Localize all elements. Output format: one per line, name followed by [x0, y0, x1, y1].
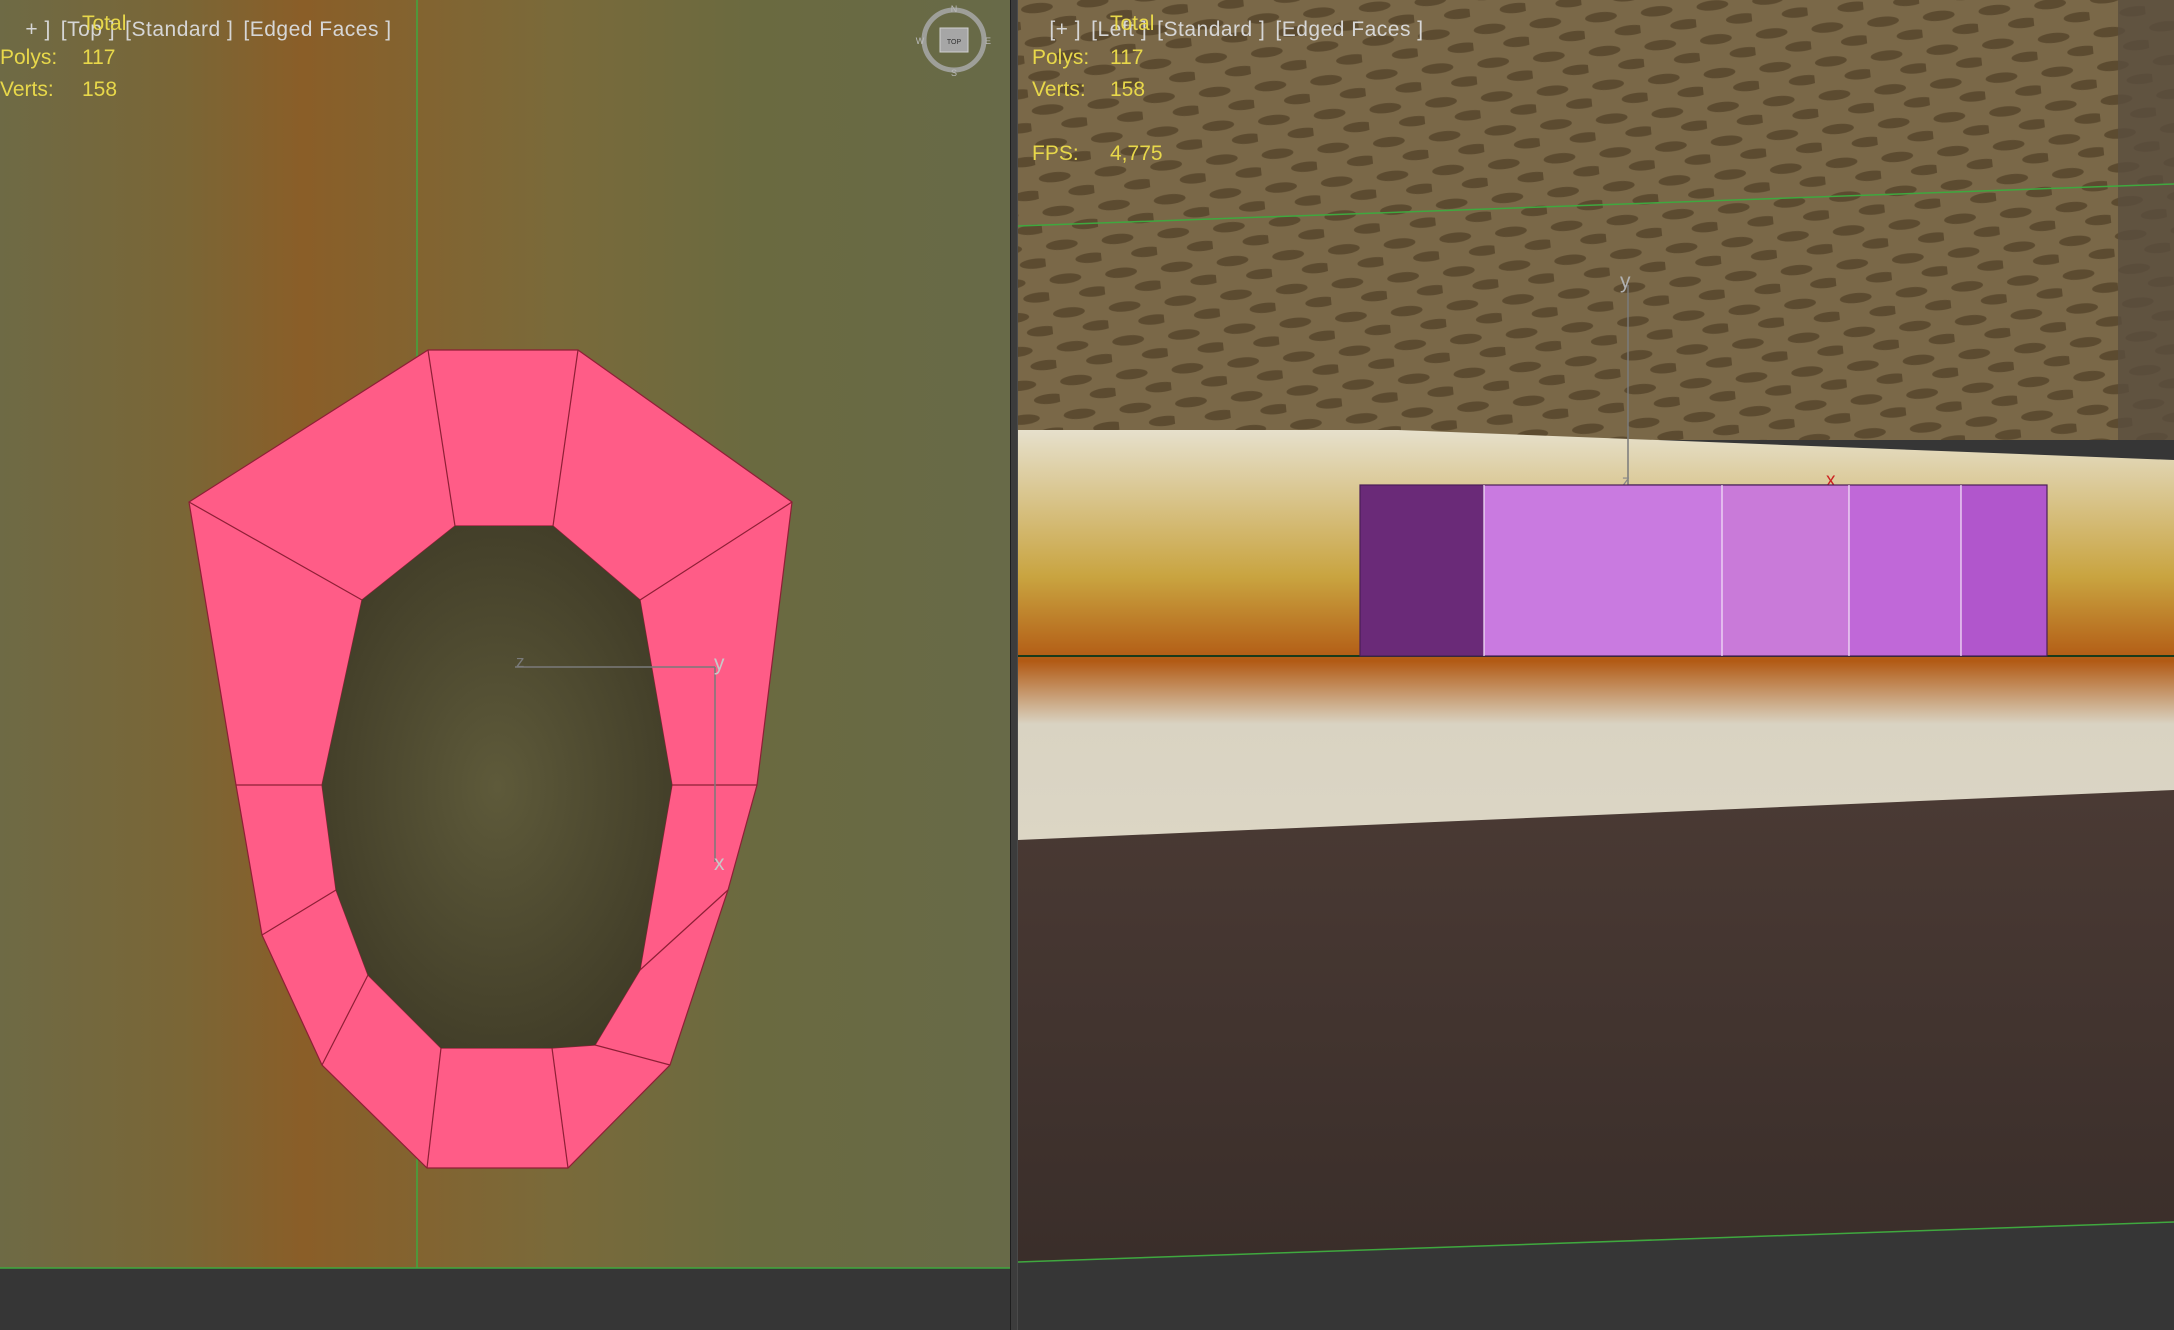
stats-fps-value: 4,775 [1110, 142, 1163, 165]
viewport-splitter[interactable] [1010, 0, 1018, 1330]
ring-hole [322, 526, 672, 1048]
stats-polys-value: 117 [1110, 46, 1144, 69]
viewport-shading-standard[interactable]: [Standard ] [1157, 18, 1265, 41]
mesh-side-face-2 [1484, 485, 1722, 656]
stats-verts-label: Verts: [1032, 78, 1086, 101]
viewport-shading-edged[interactable]: [Edged Faces ] [243, 18, 391, 41]
viewport-top[interactable]: z y x TOP N S E W + ] [Top ] [Standard ] [E… [0, 0, 1010, 1330]
stats-header: Total [1110, 12, 1155, 35]
viewport-menu-plus[interactable]: [+ ] [1049, 18, 1081, 41]
stats-verts-value: 158 [1110, 78, 1146, 101]
stats-verts-label: Verts: [0, 78, 54, 101]
viewcube-n[interactable]: N [951, 4, 958, 14]
viewport-shading-standard[interactable]: [Standard ] [125, 18, 233, 41]
viewport-top-scene[interactable]: z y x TOP N S E W [0, 0, 1010, 1330]
stats-fps-label: FPS: [1032, 142, 1079, 165]
top-bottom-bar [0, 1268, 1010, 1330]
stats-polys-value: 117 [82, 46, 116, 69]
gizmo-label-c: x [714, 852, 725, 875]
viewcube-face-label: TOP [947, 39, 962, 46]
viewport-left[interactable]: y z x [+ ] [Left ] [Standard ] [Edged Faces… [1018, 0, 2174, 1330]
mesh-side-face-3 [1722, 485, 1849, 656]
gizmo-label-b: y [714, 652, 725, 675]
viewcube-s[interactable]: S [951, 68, 957, 78]
stats-polys-label: Polys: [0, 46, 58, 69]
stats-header: Total [82, 12, 127, 35]
mesh-side-view[interactable] [1359, 484, 2048, 657]
viewcube-e[interactable]: E [985, 36, 991, 46]
gizmo-label-a: y [1620, 270, 1631, 293]
left-background-floor [1018, 790, 2174, 1262]
viewport-left-scene[interactable]: y z x [1018, 0, 2174, 1330]
gizmo-label-a: z [516, 652, 525, 671]
viewport-menu-plus[interactable]: + ] [25, 18, 50, 41]
stats-polys-label: Polys: [1032, 46, 1090, 69]
stats-verts-value: 158 [82, 78, 118, 101]
viewcube-w[interactable]: W [916, 36, 925, 46]
viewport-top-labels: + ] [Top ] [Standard ] [Edged Faces ] [0, 0, 402, 66]
mesh-side-face-1 [1360, 485, 1484, 656]
mesh-side-face-5 [1961, 485, 2047, 656]
viewport-shading-edged[interactable]: [Edged Faces ] [1275, 18, 1423, 41]
mesh-side-face-4 [1849, 485, 1961, 656]
left-background-post [2118, 0, 2174, 440]
